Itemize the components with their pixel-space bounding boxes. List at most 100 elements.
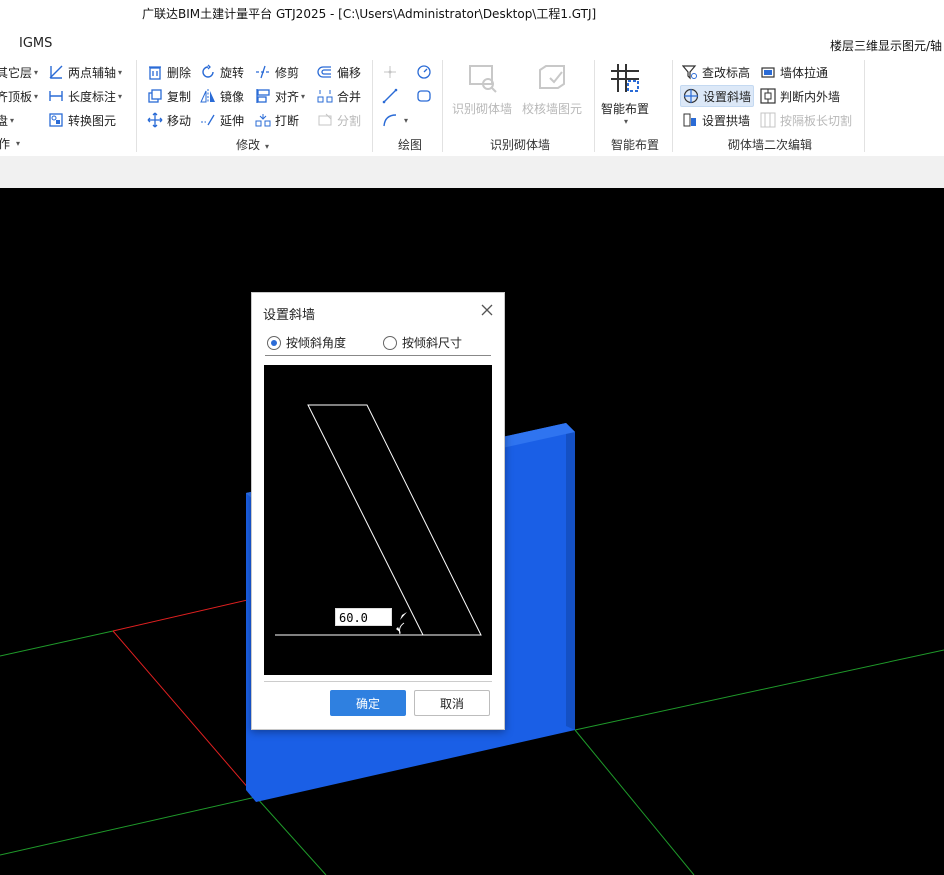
close-icon[interactable] (480, 303, 494, 317)
draw-curve-button[interactable]: ▾ (382, 110, 408, 130)
copy-icon (147, 88, 163, 104)
align-button[interactable]: 对齐 ▾ (255, 86, 305, 106)
chevron-down-icon: ▾ (118, 67, 123, 77)
copy-button[interactable]: 复制 (147, 86, 191, 106)
menu-tab-floor-3d[interactable]: 楼层三维显示图元/轴 (830, 37, 942, 54)
cancel-button[interactable]: 取消 (414, 690, 490, 716)
trim-button[interactable]: 修剪 (255, 62, 299, 82)
offset-label: 偏移 (337, 65, 362, 80)
grid-line (0, 630, 114, 657)
convert-element-label: 转换图元 (68, 113, 117, 128)
draw-line-button[interactable] (382, 86, 402, 106)
dialog-divider (264, 681, 492, 682)
arch-wall-icon (682, 112, 698, 128)
extend-button[interactable]: 延伸 (200, 110, 244, 130)
group-divider (864, 60, 865, 152)
slant-diagram-svg (275, 404, 482, 636)
break-button[interactable]: 打断 (255, 110, 299, 130)
window-title: 广联达BIM土建计量平台 GTJ2025 - [C:\Users\Adminis… (142, 7, 597, 21)
offset-icon (317, 64, 333, 80)
modify-group-label[interactable]: 修改 ▾ (236, 136, 269, 153)
length-dimension-button[interactable]: 长度标注 ▾ (48, 86, 122, 106)
operate-group-label[interactable]: 作 ▾ (0, 133, 20, 153)
rotate-label: 旋转 (220, 65, 245, 80)
delete-button[interactable]: 删除 (147, 62, 191, 82)
identify-masonry-wall-button[interactable]: 识别砌体墙 (452, 62, 512, 117)
group-divider (136, 60, 137, 152)
mirror-button[interactable]: 镜像 (200, 86, 244, 106)
set-arch-wall-label: 设置拱墙 (702, 113, 751, 128)
dialog-title: 设置斜墙 (263, 308, 316, 323)
smart-layout-button[interactable]: 智能布置 ▾ (601, 62, 649, 126)
mirror-label: 镜像 (220, 89, 245, 104)
convert-element-button[interactable]: 转换图元 (48, 110, 116, 130)
axis-line (112, 630, 257, 798)
trim-icon (255, 64, 271, 80)
draw-arc-button[interactable] (416, 62, 436, 82)
length-dimension-icon (48, 88, 64, 104)
rounded-rect-icon (416, 88, 432, 104)
offset-button[interactable]: 偏移 (317, 62, 361, 82)
check-wall-button[interactable]: 校核墙图元 (522, 62, 582, 117)
align-label: 对齐 (275, 89, 300, 104)
radio-indicator (383, 335, 397, 350)
draw-point-button[interactable] (382, 62, 402, 82)
split-button[interactable]: 分割 (317, 110, 361, 130)
cut-by-partition-button[interactable]: 按隔板长切割 (760, 110, 852, 130)
flush-top-label: 齐顶板 (0, 89, 33, 104)
group-divider (372, 60, 373, 152)
chevron-down-icon: ▾ (118, 91, 123, 101)
merge-label: 合并 (337, 89, 362, 104)
wall-stretch-button[interactable]: 墙体拉通 (760, 62, 828, 82)
extend-icon (200, 112, 216, 128)
trim-label: 修剪 (275, 65, 300, 80)
menu-tab-igms[interactable]: IGMS (19, 36, 52, 51)
x-axis-line (112, 597, 257, 632)
judge-inner-outer-wall-button[interactable]: 判断内外墙 (760, 86, 840, 106)
check-wall-label: 校核墙图元 (522, 102, 583, 116)
move-label: 移动 (167, 113, 192, 128)
chevron-down-icon: ▾ (10, 115, 15, 125)
angle-input[interactable]: 60.0 (335, 608, 392, 626)
plate-button[interactable]: 盘 ▾ (0, 110, 14, 130)
check-wall-icon (536, 62, 568, 94)
chevron-down-icon: ▾ (624, 117, 629, 126)
title-bar: 广联达BIM土建计量平台 GTJ2025 - [C:\Users\Adminis… (0, 0, 944, 30)
merge-button[interactable]: 合并 (317, 86, 361, 106)
ribbon: 其它层 ▾ 齐顶板 ▾ 盘 ▾ 作 ▾ 两点辅轴 ▾ 长度标注 ▾ 转换图元 删除 复制 移… (0, 56, 944, 157)
masonry-edit-group-label: 砌体墙二次编辑 (728, 138, 813, 152)
ok-button[interactable]: 确定 (330, 690, 406, 716)
move-icon (147, 112, 163, 128)
grid-line (255, 796, 327, 875)
radio-by-size[interactable]: 按倾斜尺寸 (383, 334, 462, 351)
rotate-button[interactable]: 旋转 (200, 62, 244, 82)
tilt-mode-radio-group: 按倾斜角度 按倾斜尺寸 (265, 333, 491, 356)
chevron-down-icon: ▾ (404, 115, 409, 125)
set-slanted-wall-button[interactable]: 设置斜墙 (680, 85, 755, 107)
chevron-down-icon: ▾ (265, 142, 270, 151)
two-point-axis-label: 两点辅轴 (68, 65, 117, 80)
edit-elevation-button[interactable]: 查改标高 (682, 62, 750, 82)
chevron-down-icon: ▾ (301, 91, 306, 101)
wall-side-face (566, 423, 575, 730)
set-arch-wall-button[interactable]: 设置拱墙 (682, 110, 750, 130)
edit-elevation-label: 查改标高 (702, 65, 751, 80)
grid-line (574, 649, 944, 731)
other-layer-button[interactable]: 其它层 ▾ (0, 62, 38, 82)
merge-icon (317, 88, 333, 104)
flush-top-button[interactable]: 齐顶板 ▾ (0, 86, 38, 106)
curve-icon (382, 112, 398, 128)
chevron-down-icon: ▾ (34, 67, 39, 77)
filter-icon (682, 64, 698, 80)
slanted-wall-icon (683, 88, 699, 104)
identify-group-label: 识别砌体墙 (490, 138, 551, 152)
two-point-axis-button[interactable]: 两点辅轴 ▾ (48, 62, 122, 82)
draw-rect-button[interactable] (416, 86, 436, 106)
radio-by-angle[interactable]: 按倾斜角度 (267, 334, 346, 351)
set-slanted-wall-dialog: 设置斜墙 按倾斜角度 按倾斜尺寸 60.0 确定 取消 (251, 292, 505, 730)
wall-stretch-icon (760, 64, 776, 80)
group-divider (594, 60, 595, 152)
two-point-axis-icon (48, 64, 64, 80)
move-button[interactable]: 移动 (147, 110, 191, 130)
mirror-icon (200, 88, 216, 104)
